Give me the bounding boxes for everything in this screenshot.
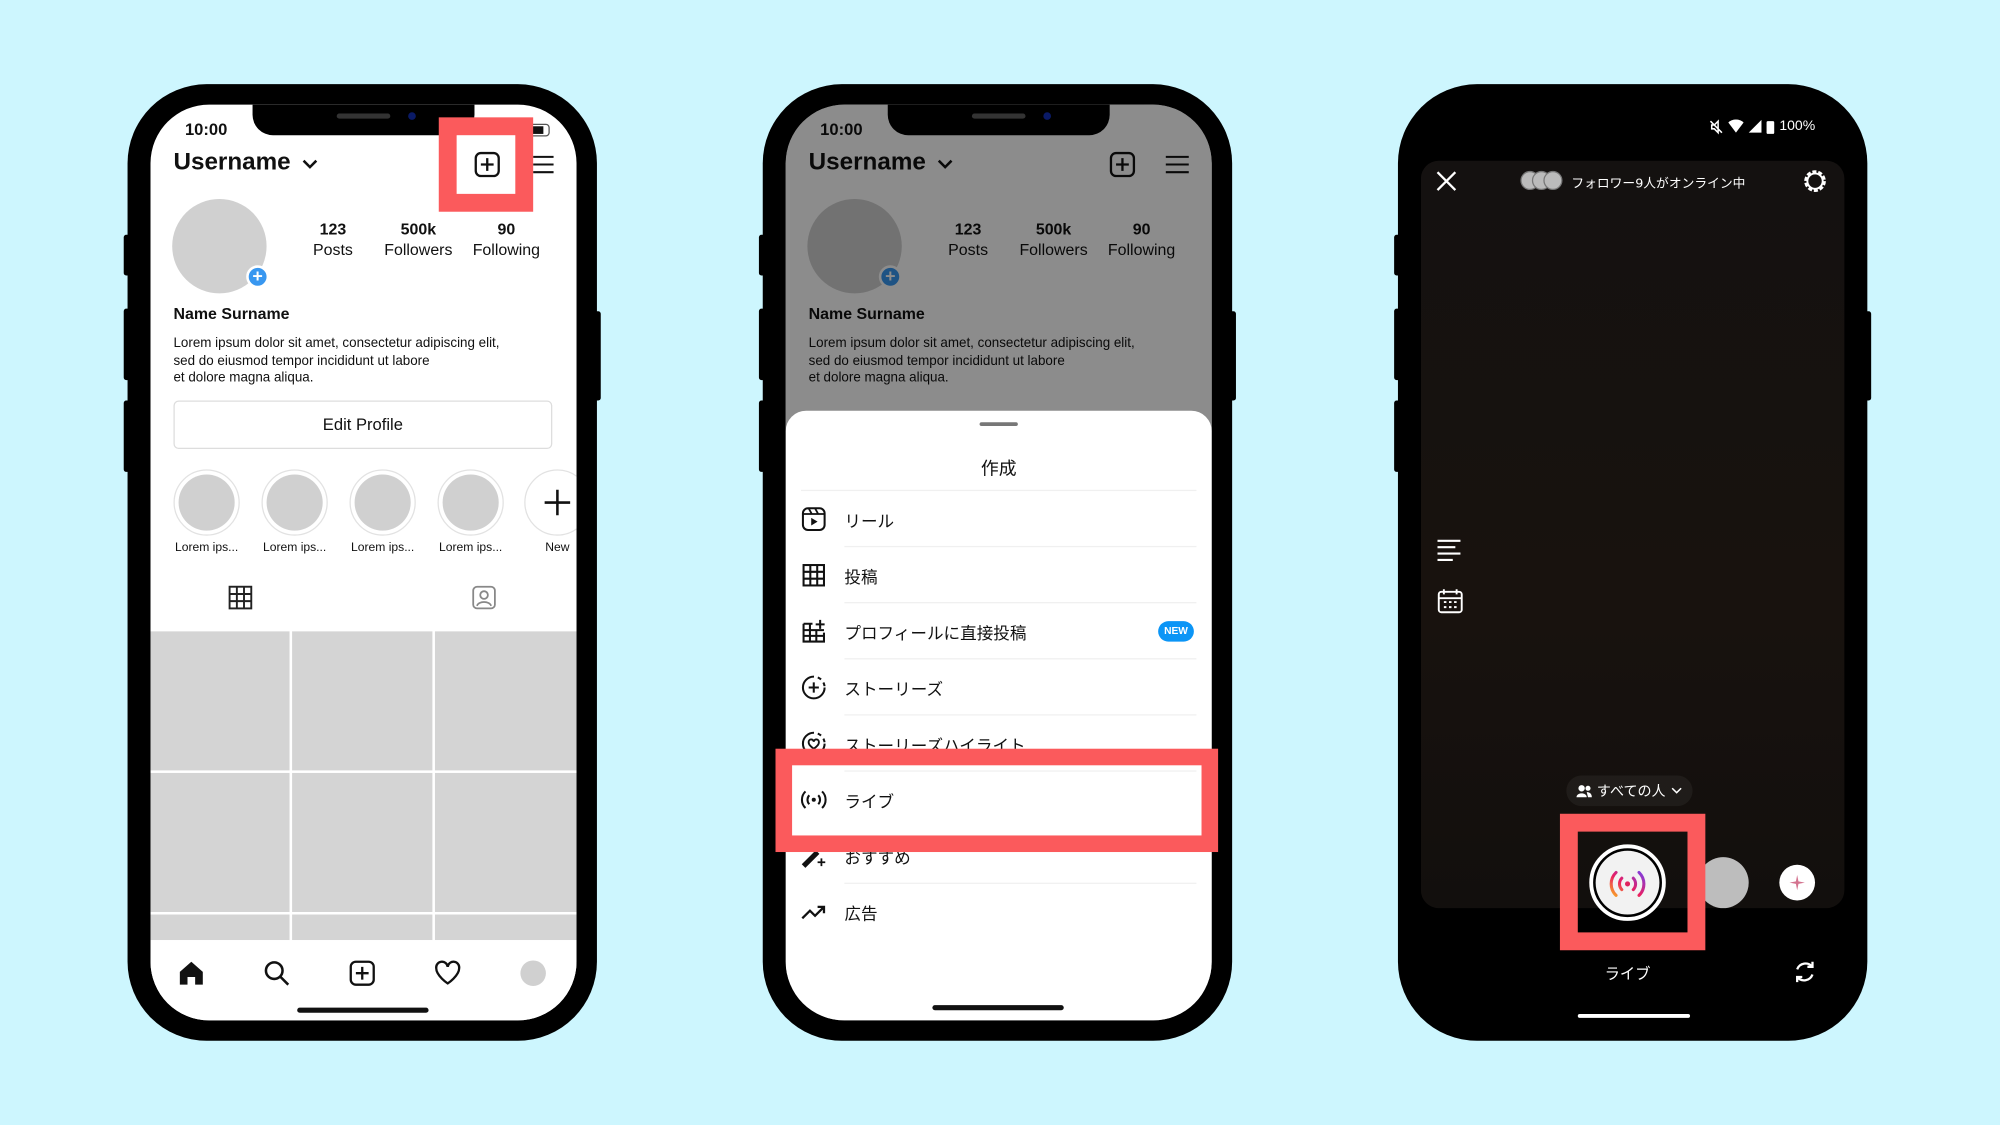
home-indicator	[932, 1005, 1064, 1011]
followers-online-text: フォロワー9人がオンライン中	[1571, 177, 1746, 192]
mute-icon	[1709, 118, 1723, 134]
add-story-icon[interactable]: +	[246, 265, 270, 289]
sheet-handle[interactable]	[979, 422, 1018, 427]
status-bar: 100%	[1709, 119, 1815, 134]
reels-icon	[801, 507, 826, 531]
username-switcher[interactable]: Username	[173, 149, 318, 177]
heart-icon[interactable]	[435, 960, 461, 986]
profile-tab-avatar[interactable]	[520, 960, 546, 986]
phone-live: 100% フォロワー9人がオンライン中 すべての人 ライブ	[1394, 84, 1872, 1041]
create-screen: 10:00 Username + 123 Posts 500k Followers …	[785, 104, 1212, 1021]
chevron-down-icon	[1671, 787, 1682, 794]
mode-label-live[interactable]: ライブ	[1605, 962, 1651, 984]
highlight-item[interactable]	[437, 469, 504, 536]
create-sheet: 作成 リール 投稿 プロフィールに直接投稿 NEW ストーリーズ ストーリーズハ…	[785, 410, 1212, 1021]
profile-name: Name Surname	[173, 304, 290, 323]
highlight-item[interactable]	[173, 469, 240, 536]
grid-icon	[802, 564, 825, 587]
search-icon[interactable]	[264, 960, 290, 986]
flip-camera-icon[interactable]	[1793, 960, 1816, 983]
stat-followers[interactable]: 500k Followers	[384, 219, 452, 260]
home-indicator	[297, 1007, 429, 1013]
sparkle-icon	[1789, 874, 1805, 891]
audience-label: すべての人	[1596, 783, 1666, 800]
plus-square-icon[interactable]	[349, 960, 375, 986]
trend-arrow-icon	[801, 905, 826, 920]
text-lines-icon[interactable]	[1437, 539, 1463, 561]
highlight-item[interactable]	[349, 469, 416, 536]
menu-item-label: 広告	[844, 905, 878, 925]
menu-item-post[interactable]: 投稿	[786, 547, 1212, 604]
signal-icon	[1748, 119, 1762, 133]
grid-plus-icon	[802, 619, 825, 643]
calendar-icon[interactable]	[1437, 589, 1463, 614]
home-icon[interactable]	[179, 960, 205, 986]
highlight-label: Lorem ips...	[439, 540, 503, 555]
stat-following[interactable]: 90 Following	[473, 219, 540, 260]
username: Username	[173, 149, 291, 177]
menu-item-label: 投稿	[844, 568, 878, 589]
highlight-box	[1559, 813, 1706, 951]
new-badge: NEW	[1158, 621, 1194, 642]
profile-bio: Lorem ipsum dolor sit amet, consectetur …	[173, 335, 500, 386]
highlight-label: New	[545, 540, 570, 555]
home-indicator	[1577, 1014, 1691, 1018]
highlight-label: Lorem ips...	[350, 540, 415, 555]
menu-item-label: プロフィールに直接投稿	[844, 624, 1027, 645]
people-icon	[1576, 785, 1592, 798]
stat-posts[interactable]: 123 Posts	[313, 219, 353, 260]
highlight-label: Lorem ips...	[262, 540, 327, 555]
battery-level: 100%	[1779, 118, 1816, 134]
status-time: 10:00	[184, 119, 228, 140]
chevron-down-icon	[302, 159, 318, 169]
gear-icon[interactable]	[1801, 167, 1829, 195]
hamburger-icon[interactable]	[533, 154, 554, 174]
person-tag-icon[interactable]	[472, 585, 496, 610]
edit-profile-button[interactable]: Edit Profile	[173, 400, 553, 449]
phone-profile: 10:00 Username + 123 Posts 500k Followers …	[123, 84, 601, 1041]
plus-icon	[544, 489, 571, 516]
new-highlight-button[interactable]	[524, 469, 577, 536]
grid-icon[interactable]	[228, 585, 253, 610]
phone-create-menu: 10:00 Username + 123 Posts 500k Followers …	[758, 84, 1236, 1041]
close-icon[interactable]	[1436, 171, 1457, 191]
wifi-icon	[1728, 119, 1744, 133]
highlight-box	[438, 117, 534, 212]
menu-item-ads[interactable]: 広告	[786, 884, 1212, 940]
highlight-box	[775, 748, 1219, 853]
audience-selector[interactable]: すべての人	[1566, 775, 1693, 807]
battery-icon	[1766, 120, 1775, 134]
online-followers-avatars	[1520, 170, 1563, 191]
effects-button[interactable]	[1779, 864, 1816, 901]
story-plus-icon	[801, 675, 826, 700]
highlight-label: Lorem ips...	[174, 540, 239, 555]
bottom-nav	[150, 940, 577, 1021]
menu-item-label: ストーリーズ	[844, 681, 944, 701]
profile-screen: 10:00 Username + 123 Posts 500k Followers …	[150, 104, 577, 1021]
menu-item-reels[interactable]: リール	[786, 491, 1212, 548]
menu-item-direct-post[interactable]: プロフィールに直接投稿 NEW	[786, 603, 1212, 660]
highlight-item[interactable]	[261, 469, 328, 536]
menu-item-label: リール	[844, 512, 895, 532]
menu-item-stories[interactable]: ストーリーズ	[786, 659, 1212, 716]
sheet-title: 作成	[980, 459, 1017, 480]
